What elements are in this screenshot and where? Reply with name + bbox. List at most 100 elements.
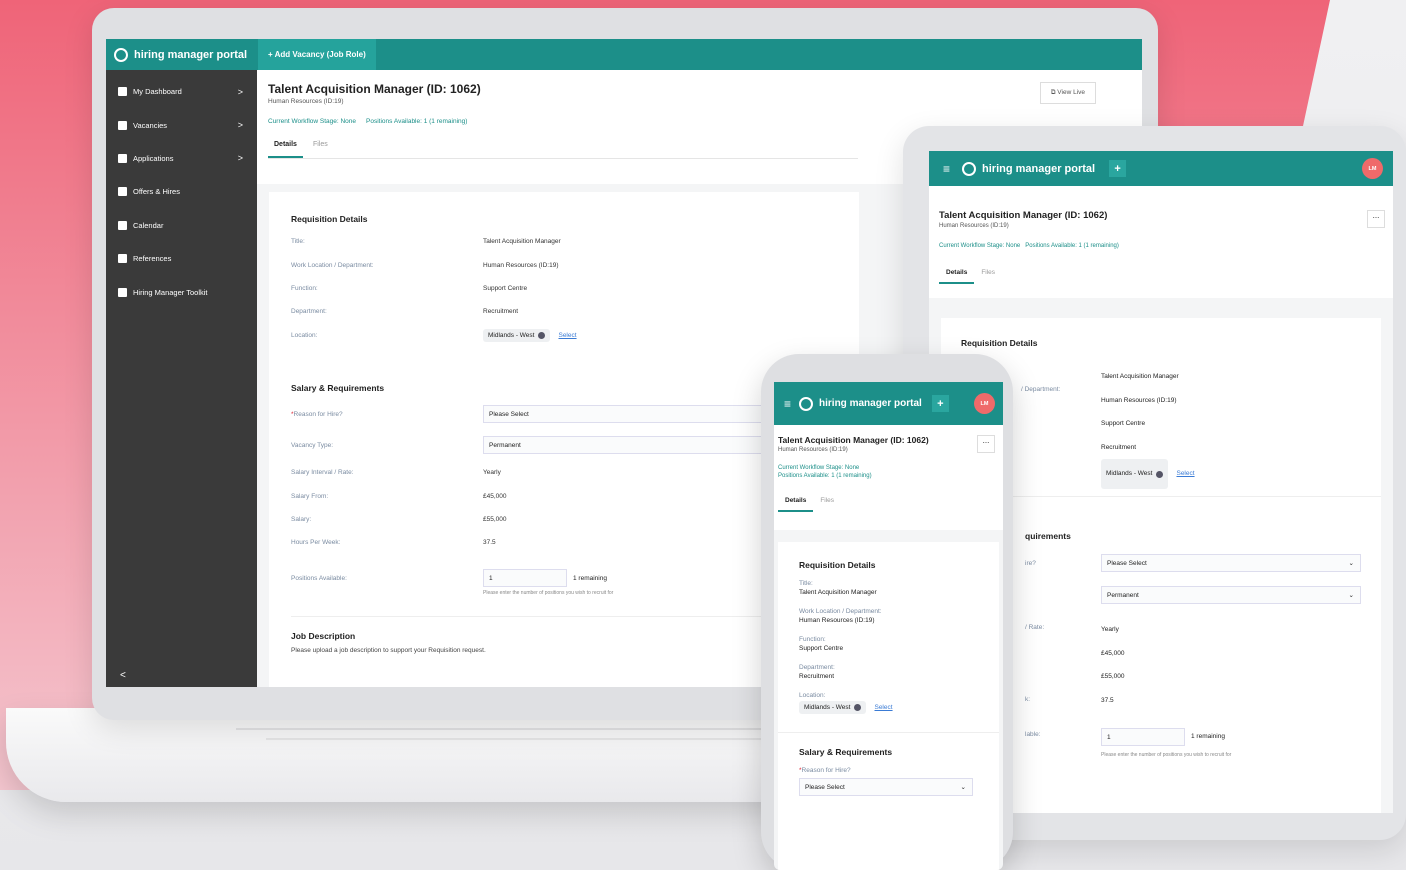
add-vacancy-button[interactable]: + Add Vacancy (Job Role): [258, 39, 376, 70]
field-value: Recruitment: [799, 673, 835, 680]
field-label: ire?: [1025, 560, 1036, 567]
reason-value: Please Select: [805, 783, 845, 791]
toolkit-icon: [118, 287, 127, 297]
positions-available: Positions Available: 1 (1 remaining): [366, 118, 468, 125]
remaining-text: 1 remaining: [573, 574, 607, 582]
more-button[interactable]: ...: [977, 435, 995, 453]
chevron-right-icon: >: [237, 153, 243, 164]
field-value: Yearly: [483, 469, 501, 477]
tab-files[interactable]: Files: [307, 141, 334, 158]
vacancy-type-select[interactable]: Permanent ⌄: [1101, 586, 1361, 604]
field-label: Positions Available:: [291, 574, 347, 582]
remove-icon[interactable]: [1156, 470, 1164, 478]
tab-details[interactable]: Details: [778, 497, 814, 512]
page-title: Talent Acquisition Manager (ID: 1062): [939, 210, 1108, 221]
positions-input[interactable]: 1: [1101, 728, 1185, 746]
location-value: Midlands - West: [488, 331, 535, 339]
more-button[interactable]: ...: [1367, 210, 1385, 228]
positions-input[interactable]: 1: [483, 569, 567, 588]
salary-heading: Salary & Requirements: [291, 382, 385, 393]
field-label: Hours Per Week:: [291, 539, 341, 547]
field-value: Human Resources (ID:19): [483, 261, 559, 269]
sidebar-item-calendar[interactable]: Calendar: [106, 209, 257, 242]
select-location-link[interactable]: Select: [874, 704, 892, 711]
field-value: £55,000: [483, 515, 507, 523]
field-label: Salary Interval / Rate:: [291, 469, 354, 477]
location-value: Midlands - West: [804, 704, 851, 711]
view-live-label: View Live: [1057, 89, 1085, 96]
sidebar-item-toolkit[interactable]: Hiring Manager Toolkit: [106, 275, 257, 308]
field-label: Location:: [291, 331, 318, 339]
sidebar-item-offers[interactable]: Offers & Hires: [106, 175, 257, 208]
field-label: k:: [1025, 696, 1031, 703]
sidebar-item-applications[interactable]: Applications >: [106, 142, 257, 175]
brand-name: hiring manager portal: [819, 398, 922, 409]
page-title: Talent Acquisition Manager (ID: 1062): [778, 435, 929, 445]
sidebar-item-vacancies[interactable]: Vacancies >: [106, 108, 257, 141]
field-value: Support Centre: [483, 284, 528, 292]
sidebar-item-references[interactable]: References: [106, 242, 257, 275]
field-label: / Rate:: [1025, 624, 1045, 631]
tab-files[interactable]: Files: [974, 269, 1002, 284]
location-row: Midlands - West Select: [1101, 459, 1195, 489]
chevron-right-icon: >: [237, 120, 243, 131]
sidebar-item-label: Applications: [133, 153, 174, 163]
tab-bar: Details Files: [268, 141, 858, 159]
hamburger-menu-icon[interactable]: ≡: [943, 162, 950, 176]
field-value: Human Resources (ID:19): [1101, 396, 1177, 404]
document-icon: [118, 254, 127, 264]
hamburger-menu-icon[interactable]: ≡: [784, 397, 791, 411]
remaining-text: 1 remaining: [1191, 733, 1225, 740]
avatar[interactable]: LM: [1362, 158, 1383, 179]
chevron-down-icon: ⌄: [1348, 592, 1354, 599]
field-value: Support Centre: [1101, 420, 1146, 428]
reason-select[interactable]: Please Select ⌄: [1101, 554, 1361, 572]
field-label: Title:: [799, 580, 813, 587]
tab-details[interactable]: Details: [268, 141, 303, 158]
requisition-heading: Requisition Details: [961, 338, 1038, 348]
tablet-top-bar: ≡ hiring manager portal + LM: [929, 151, 1393, 186]
reason-select[interactable]: Please Select: [483, 405, 803, 424]
tab-details[interactable]: Details: [939, 269, 975, 284]
page-title: Talent Acquisition Manager (ID: 1062): [268, 82, 481, 96]
location-chip[interactable]: Midlands - West: [483, 328, 551, 342]
location-chip[interactable]: Midlands - West: [799, 701, 867, 714]
salary-heading: Salary & Requirements: [799, 747, 893, 757]
sidebar-item-dashboard[interactable]: My Dashboard >: [106, 75, 257, 108]
field-label: Vacancy Type:: [291, 441, 334, 449]
phone-header: Talent Acquisition Manager (ID: 1062) Hu…: [774, 425, 1003, 530]
add-button[interactable]: +: [1109, 160, 1127, 177]
select-location-link[interactable]: Select: [558, 332, 576, 339]
remove-icon[interactable]: [538, 331, 546, 339]
tablet-values: Talent Acquisition Manager Human Resourc…: [1101, 365, 1195, 489]
job-description-text: Please upload a job description to suppo…: [291, 646, 486, 654]
reason-select[interactable]: Please Select ⌄: [799, 778, 973, 796]
vacancy-type-select[interactable]: Permanent: [483, 436, 803, 455]
field-value: Recruitment: [483, 308, 519, 316]
select-location-link[interactable]: Select: [1176, 470, 1194, 477]
field-row: *Reason for Hire? Please Select: [291, 399, 837, 430]
tab-files[interactable]: Files: [813, 497, 841, 512]
view-live-button[interactable]: ⧉ View Live: [1039, 82, 1096, 104]
phone-details-card: Requisition Details Title: Talent Acquis…: [778, 542, 999, 870]
brand-name: hiring manager portal: [982, 162, 1096, 175]
location-chip[interactable]: Midlands - West: [1101, 459, 1169, 489]
sidebar-item-label: Offers & Hires: [133, 187, 180, 197]
field-label: lable:: [1025, 731, 1041, 738]
field-label: Department:: [799, 664, 835, 671]
top-bar: hiring manager portal + Add Vacancy (Job…: [106, 39, 1142, 70]
sidebar-item-label: My Dashboard: [133, 87, 182, 97]
brand-name: hiring manager portal: [134, 48, 248, 61]
add-button[interactable]: +: [931, 395, 949, 412]
job-description-heading: Job Description: [291, 630, 356, 641]
field-value: £55,000: [1101, 673, 1125, 681]
collapse-sidebar-button[interactable]: <: [120, 670, 126, 681]
field-label: Function:: [799, 636, 826, 643]
list-icon: [118, 120, 127, 130]
field-value: Talent Acquisition Manager: [799, 589, 877, 596]
remove-icon[interactable]: [854, 704, 862, 711]
requisition-heading: Requisition Details: [799, 560, 876, 570]
avatar[interactable]: LM: [974, 393, 995, 414]
field-row: Function: Support Centre: [291, 277, 837, 300]
brand[interactable]: hiring manager portal: [106, 47, 258, 62]
